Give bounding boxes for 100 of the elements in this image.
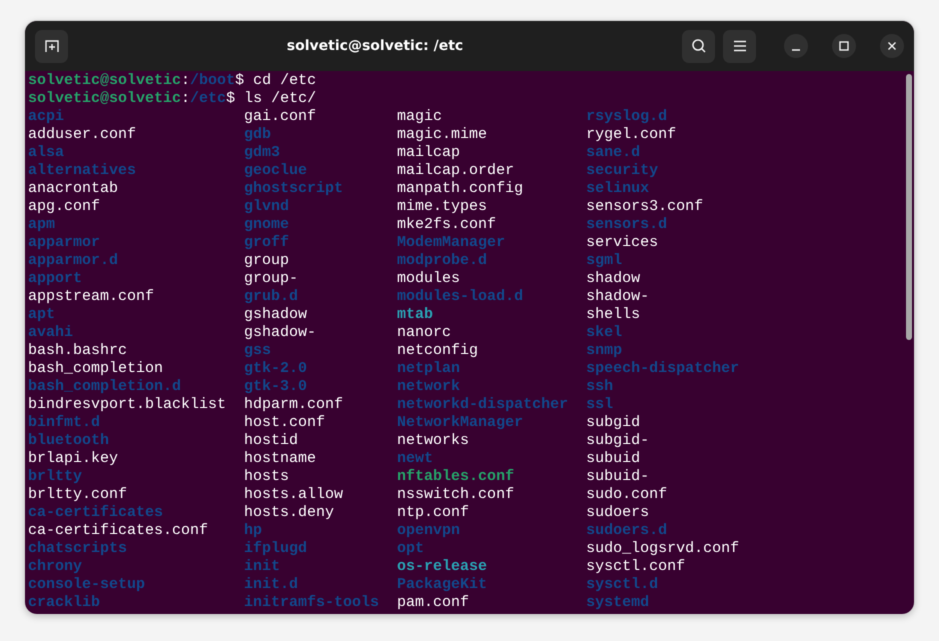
file-name: magic.mime bbox=[397, 126, 488, 144]
close-icon bbox=[887, 41, 897, 51]
file-name: ModemManager bbox=[397, 234, 506, 252]
file-name: selinux bbox=[586, 180, 650, 198]
file-name: host.conf bbox=[244, 414, 326, 432]
search-button[interactable] bbox=[682, 30, 715, 62]
file-name: gai.conf bbox=[244, 108, 316, 126]
file-name: security bbox=[586, 162, 658, 180]
file-name: hdparm.conf bbox=[244, 396, 344, 414]
scrollbar-thumb[interactable] bbox=[906, 74, 912, 340]
file-name: rygel.conf bbox=[586, 126, 676, 144]
file-name: modules-load.d bbox=[397, 288, 524, 306]
file-name: bindresvport.blacklist bbox=[28, 396, 226, 414]
file-name: init.d bbox=[244, 576, 298, 594]
file-name: ssl bbox=[586, 396, 614, 414]
file-name: adduser.conf bbox=[28, 126, 136, 144]
file-name: opt bbox=[397, 540, 424, 558]
new-tab-button[interactable] bbox=[35, 30, 68, 62]
file-name: modules bbox=[397, 270, 460, 288]
file-name: hostname bbox=[244, 450, 316, 468]
file-name: bash_completion.d bbox=[28, 378, 182, 396]
file-name: alternatives bbox=[28, 162, 136, 180]
file-name: modprobe.d bbox=[397, 252, 488, 270]
file-name: NetworkManager bbox=[397, 414, 524, 432]
search-icon bbox=[690, 38, 706, 54]
close-button[interactable] bbox=[880, 34, 904, 58]
file-name: mailcap.order bbox=[397, 162, 514, 180]
file-name: bash_completion bbox=[28, 360, 164, 378]
file-name: mke2fs.conf bbox=[397, 216, 496, 234]
file-name: gnome bbox=[244, 216, 290, 234]
file-name: ifplugd bbox=[244, 540, 308, 558]
file-name: initramfs-tools bbox=[244, 594, 380, 612]
file-name: cracklib bbox=[28, 594, 100, 612]
file-name: apport bbox=[28, 270, 82, 288]
file-name: alsa bbox=[28, 144, 64, 162]
file-name: ca-certificates bbox=[28, 504, 164, 522]
file-name: PackageKit bbox=[397, 576, 488, 594]
file-name: chrony bbox=[28, 558, 82, 576]
file-name: grub.d bbox=[244, 288, 298, 306]
file-name: nsswitch.conf bbox=[397, 486, 514, 504]
file-name: speech-dispatcher bbox=[586, 360, 740, 378]
file-name: sudo_logsrvd.conf bbox=[586, 540, 740, 558]
file-name: network bbox=[397, 378, 460, 396]
file-name: acpi bbox=[28, 108, 64, 126]
file-name: systemd bbox=[586, 594, 650, 612]
file-name: bluetooth bbox=[28, 432, 110, 450]
file-name: gtk-2.0 bbox=[244, 360, 308, 378]
file-name: hosts.deny bbox=[244, 504, 334, 522]
prompt-line: solvetic@solvetic:/boot$ cd /etc bbox=[28, 72, 316, 90]
file-name: mailcap bbox=[397, 144, 460, 162]
file-name: sane.d bbox=[586, 144, 640, 162]
file-name: console-setup bbox=[28, 576, 146, 594]
file-name: bash.bashrc bbox=[28, 342, 128, 360]
file-name: gshadow- bbox=[244, 324, 316, 342]
file-name: group bbox=[244, 252, 290, 270]
file-name: mime.types bbox=[397, 198, 488, 216]
file-name: gss bbox=[244, 342, 272, 360]
file-name: groff bbox=[244, 234, 290, 252]
file-name: chatscripts bbox=[28, 540, 128, 558]
file-name: magic bbox=[397, 108, 442, 126]
file-name: sgml bbox=[586, 252, 622, 270]
file-name: mtab bbox=[397, 306, 434, 324]
file-name: gtk-3.0 bbox=[244, 378, 308, 396]
file-name: glvnd bbox=[244, 198, 290, 216]
file-name: apt bbox=[28, 306, 56, 324]
file-name: group- bbox=[244, 270, 298, 288]
file-name: apparmor bbox=[28, 234, 100, 252]
file-name: openvpn bbox=[397, 522, 460, 540]
file-name: ntp.conf bbox=[397, 504, 470, 522]
file-name: gdb bbox=[244, 126, 272, 144]
prompt-line: solvetic@solvetic:/etc$ ls /etc/ bbox=[28, 90, 316, 108]
file-name: apg.conf bbox=[28, 198, 100, 216]
file-name: apparmor.d bbox=[28, 252, 118, 270]
file-name: anacrontab bbox=[28, 180, 118, 198]
file-name: sudoers.d bbox=[586, 522, 668, 540]
file-name: sysctl.conf bbox=[586, 558, 686, 576]
file-name: hp bbox=[244, 522, 262, 540]
file-name: subuid- bbox=[586, 468, 650, 486]
file-name: nanorc bbox=[397, 324, 452, 342]
file-name: services bbox=[586, 234, 658, 252]
file-name: snmp bbox=[586, 342, 622, 360]
file-name: shadow bbox=[586, 270, 640, 288]
file-name: ghostscript bbox=[244, 180, 344, 198]
file-name: os-release bbox=[397, 558, 488, 576]
file-name: brltty.conf bbox=[28, 486, 128, 504]
file-name: pam.conf bbox=[397, 594, 470, 612]
maximize-icon bbox=[839, 41, 849, 51]
file-name: subgid bbox=[586, 414, 640, 432]
file-name: sensors3.conf bbox=[586, 198, 704, 216]
menu-button[interactable] bbox=[723, 30, 756, 62]
file-name: binfmt.d bbox=[28, 414, 100, 432]
file-name: hostid bbox=[244, 432, 298, 450]
file-name: hosts.allow bbox=[244, 486, 344, 504]
file-name: newt bbox=[397, 450, 434, 468]
file-name: sensors.d bbox=[586, 216, 668, 234]
maximize-button[interactable] bbox=[832, 34, 856, 58]
minimize-button[interactable] bbox=[784, 34, 808, 58]
file-name: shells bbox=[586, 306, 640, 324]
menu-icon bbox=[732, 40, 746, 52]
file-name: networkd-dispatcher bbox=[397, 396, 568, 414]
